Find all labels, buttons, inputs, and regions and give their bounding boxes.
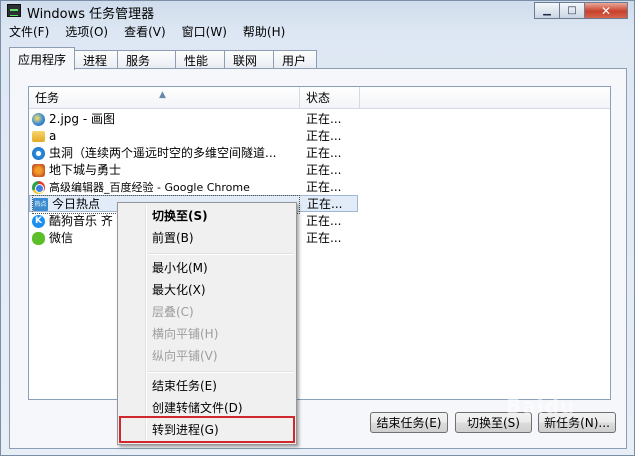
tab-networking[interactable]: 联网	[224, 50, 275, 70]
ctx-separator	[148, 371, 294, 373]
status-cell: 正在...	[306, 112, 342, 126]
status-cell: 正在...	[306, 163, 342, 177]
task-name: 2.jpg - 画图	[49, 112, 115, 126]
tab-services[interactable]: 服务	[117, 50, 177, 70]
ctx-tile-horizontal: 横向平铺(H)	[152, 327, 219, 341]
task-cell: a	[32, 128, 298, 145]
menu-options[interactable]: 选项(O)	[57, 23, 116, 40]
folder-icon	[32, 131, 45, 142]
close-button[interactable]: ✕	[584, 2, 628, 19]
minimize-button[interactable]: ▁	[534, 2, 560, 19]
task-name: 微信	[49, 231, 74, 245]
ctx-cascade: 层叠(C)	[152, 305, 194, 319]
maximize-button[interactable]: □	[559, 2, 585, 19]
table-row[interactable]: 高级编辑器_百度经验 - Google Chrome 正在...	[29, 179, 358, 196]
task-name: 高级编辑器_百度经验 - Google Chrome	[49, 181, 250, 194]
highlight-box	[119, 416, 295, 443]
column-header-task[interactable]: ▲ 任务	[29, 87, 300, 109]
window-title: Windows 任务管理器	[27, 7, 155, 22]
wechat-icon	[32, 232, 45, 245]
sort-ascending-icon: ▲	[159, 90, 166, 100]
task-manager-window: Windows 任务管理器 ▁ □ ✕ 文件(F) 选项(O) 查看(V) 窗口…	[0, 0, 635, 456]
context-menu: 切换至(S) 前置(B) 最小化(M) 最大化(X) 层叠(C) 横向平铺(H)…	[117, 202, 297, 445]
ctx-tile-vertical: 纵向平铺(V)	[152, 349, 218, 363]
task-cell: 2.jpg - 画图	[32, 111, 298, 128]
kugou-icon: K	[32, 215, 45, 228]
status-cell: 正在...	[306, 231, 342, 245]
status-cell: 正在...	[306, 214, 342, 228]
menu-window[interactable]: 窗口(W)	[174, 23, 235, 40]
column-task-label: 任务	[35, 91, 60, 105]
table-row[interactable]: 地下城与勇士 正在...	[29, 162, 358, 179]
status-cell: 正在...	[306, 129, 342, 143]
ctx-end-task[interactable]: 结束任务(E)	[152, 376, 217, 396]
end-task-button[interactable]: 结束任务(E)	[370, 412, 448, 433]
list-header: ▲ 任务 状态	[29, 87, 610, 109]
news-icon: 热点	[33, 198, 48, 211]
task-list[interactable]: ▲ 任务 状态 2.jpg - 画图 正在... a 正在... 虫洞（连续两个…	[28, 86, 611, 400]
column-header-status[interactable]: 状态	[300, 87, 360, 109]
task-cell: 地下城与勇士	[32, 162, 298, 179]
ctx-maximize[interactable]: 最大化(X)	[152, 280, 206, 300]
task-manager-app-icon	[7, 4, 21, 17]
task-name: a	[49, 129, 57, 143]
ctx-bring-to-front[interactable]: 前置(B)	[152, 228, 194, 248]
tab-applications[interactable]: 应用程序	[9, 47, 76, 70]
tab-processes[interactable]: 进程	[74, 50, 119, 70]
task-name: 地下城与勇士	[49, 163, 122, 177]
menu-bar: 文件(F) 选项(O) 查看(V) 窗口(W) 帮助(H)	[1, 21, 293, 41]
task-cell: 虫洞（连续两个遥远时空的多维空间隧道...	[32, 145, 298, 162]
tab-performance[interactable]: 性能	[175, 50, 226, 70]
paint-icon	[32, 113, 45, 126]
ctx-create-dump[interactable]: 创建转储文件(D)	[152, 398, 243, 418]
menu-file[interactable]: 文件(F)	[1, 23, 57, 40]
ie-icon	[32, 147, 45, 160]
menu-help[interactable]: 帮助(H)	[235, 23, 293, 40]
status-cell: 正在...	[306, 180, 342, 194]
title-bar: Windows 任务管理器 ▁ □ ✕	[1, 1, 634, 22]
table-row[interactable]: a 正在...	[29, 128, 358, 145]
column-status-label: 状态	[306, 91, 331, 105]
ctx-minimize[interactable]: 最小化(M)	[152, 258, 208, 278]
baidu-watermark: Baidu	[506, 394, 576, 418]
task-name: 酷狗音乐 齐	[49, 214, 113, 228]
status-cell: 正在...	[307, 197, 343, 211]
table-row[interactable]: 虫洞（连续两个遥远时空的多维空间隧道... 正在...	[29, 145, 358, 162]
ctx-separator	[148, 253, 294, 255]
menu-view[interactable]: 查看(V)	[116, 23, 174, 40]
ctx-switch-to[interactable]: 切换至(S)	[152, 206, 208, 226]
task-name: 今日热点	[52, 197, 101, 211]
status-cell: 正在...	[306, 146, 342, 160]
tab-users[interactable]: 用户	[273, 50, 318, 70]
chrome-icon	[32, 181, 45, 194]
window-controls: ▁ □ ✕	[534, 2, 628, 19]
tab-strip: 应用程序 进程 服务 性能 联网 用户	[9, 47, 318, 70]
task-name: 虫洞（连续两个遥远时空的多维空间隧道...	[49, 146, 277, 160]
task-cell: 高级编辑器_百度经验 - Google Chrome	[32, 179, 298, 196]
game-icon	[32, 164, 45, 177]
table-row[interactable]: 2.jpg - 画图 正在...	[29, 111, 358, 128]
